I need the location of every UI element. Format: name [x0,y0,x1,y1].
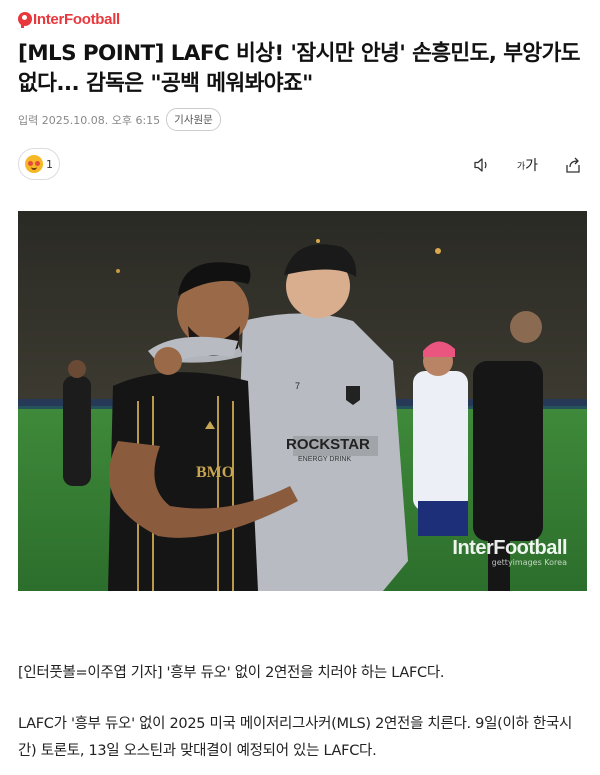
article-headline: [MLS POINT] LAFC 비상! '잠시만 안녕' 손흥민도, 부앙가도… [18,41,581,96]
jersey-number: 7 [295,381,300,391]
logo-text: InterFootball [33,10,120,28]
article-paragraph-1: [인터풋볼=이주엽 기자] '흥부 듀오' 없이 2연전을 치러야 하는 LAF… [18,665,445,681]
jersey-sponsor-left: BMO [196,464,234,481]
site-logo[interactable]: InterFootball [18,8,120,30]
article-photo: ROCKSTAR ENERGY DRINK 7 BMO InterFootbal… [18,211,587,591]
reaction-emoji-icon [25,155,43,173]
font-size-icon[interactable]: 가가 [517,155,538,175]
jersey-sponsor: ROCKSTAR [286,436,370,453]
speaker-icon[interactable] [473,155,491,175]
photo-watermark: InterFootball gettyimages Korea [452,537,567,567]
original-article-button[interactable]: 기사원문 [166,108,221,131]
published-date: 입력 2025.10.08. 오후 6:15 [18,113,161,127]
article-paragraph-2: LAFC가 '흥부 듀오' 없이 2025 미국 메이저리그사커(MLS) 2연… [18,716,573,759]
article-tools: 가가 [473,155,582,175]
jersey-sponsor-sub: ENERGY DRINK [298,456,351,463]
article-meta: 입력 2025.10.08. 오후 6:15 기사원문 [18,108,221,131]
reaction-count: 1 [46,157,53,171]
share-icon[interactable] [564,155,582,175]
reaction-button[interactable]: 1 [18,148,60,180]
logo-mark-icon [18,12,32,28]
